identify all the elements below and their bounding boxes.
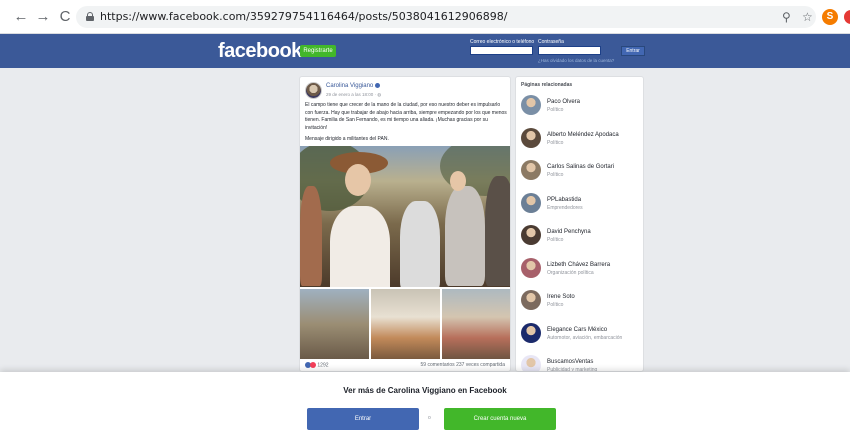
reaction-count[interactable]: 1292 — [305, 362, 329, 368]
post-photo-main[interactable] — [300, 146, 510, 287]
love-icon — [310, 362, 316, 368]
address-bar[interactable]: https://www.facebook.com/359279754116464… — [76, 6, 816, 28]
author-avatar[interactable] — [305, 82, 322, 99]
post-photo-thumb[interactable] — [442, 289, 510, 359]
extension-icon[interactable] — [844, 10, 850, 24]
facebook-header: facebook Registrarte Correo electrónico … — [0, 34, 850, 68]
url-text: https://www.facebook.com/359279754116464… — [100, 10, 508, 23]
post-photo-thumb[interactable] — [300, 289, 369, 359]
related-page-category: Político — [547, 172, 564, 178]
related-page-name[interactable]: PPLabastida — [547, 197, 581, 203]
related-page-avatar[interactable] — [521, 160, 541, 180]
post-timestamp[interactable]: 29 de enero a las 18:00 · ◍ — [326, 92, 381, 98]
browser-toolbar: ← → C https://www.facebook.com/359279754… — [0, 0, 850, 34]
header-login-button[interactable]: Entrar — [621, 46, 645, 56]
login-button[interactable]: Entrar — [307, 408, 419, 430]
related-page-item[interactable]: Lizbeth Chávez Barrera Organización polít… — [521, 257, 643, 284]
related-page-item[interactable]: Paco Olvera Político — [521, 95, 643, 121]
reload-icon[interactable]: C — [56, 8, 74, 26]
related-page-name[interactable]: Alberto Meléndez Apodaca — [547, 132, 619, 138]
login-prompt-overlay: Ver más de Carolina Viggiano en Facebook… — [0, 372, 850, 436]
related-page-name[interactable]: Elegance Cars México — [547, 327, 607, 333]
related-page-name[interactable]: Lizbeth Chávez Barrera — [547, 262, 610, 268]
related-page-avatar[interactable] — [521, 192, 541, 213]
related-pages-title: Páginas relacionadas — [521, 82, 573, 88]
related-page-avatar[interactable] — [521, 290, 541, 310]
lock-icon — [86, 12, 94, 21]
profile-avatar[interactable]: S — [822, 9, 838, 25]
related-page-avatar[interactable] — [521, 95, 541, 115]
related-page-item[interactable]: Irene Soto Político — [521, 290, 643, 316]
related-page-name[interactable]: Irene Soto — [547, 294, 575, 300]
related-page-category: Político — [547, 107, 564, 113]
related-page-item[interactable]: Elegance Cars México Automotor, aviación,… — [521, 322, 643, 349]
related-page-category: Automotor, aviación, embarcación — [547, 334, 623, 341]
related-page-avatar[interactable] — [521, 355, 541, 371]
back-arrow-icon[interactable]: ← — [12, 8, 30, 26]
email-field[interactable] — [470, 46, 533, 55]
see-more-text: Ver más de Carolina Viggiano en Facebook — [343, 386, 507, 395]
post-stats[interactable]: 59 comentarios 237 veces compartida — [421, 362, 506, 368]
or-separator: o — [428, 415, 431, 421]
related-page-category: Político — [547, 237, 564, 243]
related-page-item[interactable]: BuscamosVentas Publicidad y marketing — [521, 355, 643, 371]
globe-icon: ◍ — [377, 92, 382, 97]
related-page-category: Organización política — [547, 269, 594, 276]
create-account-button[interactable]: Crear cuenta nueva — [444, 408, 556, 430]
password-field[interactable] — [538, 46, 601, 55]
related-page-category: Emprendedores — [547, 204, 583, 211]
post-card: Carolina Viggiano 29 de enero a las 18:0… — [299, 76, 511, 372]
verified-badge-icon — [375, 83, 381, 88]
related-page-name[interactable]: Paco Olvera — [547, 99, 580, 105]
related-page-item[interactable]: David Penchyna Político — [521, 225, 643, 251]
star-icon[interactable]: ☆ — [802, 10, 813, 24]
forgot-account-link[interactable]: ¿Has olvidado los datos de la cuenta? — [538, 58, 614, 63]
password-label: Contraseña — [538, 39, 564, 45]
related-page-category: Político — [547, 302, 564, 308]
post-text-footer: Mensaje dirigido a militantes del PAN. — [305, 136, 389, 142]
post-photo-thumb[interactable] — [371, 289, 440, 359]
forward-arrow-icon[interactable]: → — [34, 8, 52, 26]
related-page-avatar[interactable] — [521, 322, 541, 343]
related-page-category: Político — [547, 139, 564, 146]
related-page-name[interactable]: Carlos Salinas de Gortari — [547, 164, 614, 170]
related-page-avatar[interactable] — [521, 257, 541, 278]
zoom-icon[interactable]: ⚲ — [782, 10, 791, 24]
related-page-name[interactable]: BuscamosVentas — [547, 359, 593, 365]
post-author[interactable]: Carolina Viggiano — [326, 83, 381, 89]
related-page-item[interactable]: Alberto Meléndez Apodaca Político — [521, 127, 643, 154]
related-pages: Páginas relacionadas Paco Olvera Político… — [515, 76, 644, 372]
related-page-name[interactable]: David Penchyna — [547, 229, 591, 235]
post-text: El campo tiene que crecer de la mano de … — [305, 102, 507, 131]
related-page-item[interactable]: Carlos Salinas de Gortari Político — [521, 160, 643, 186]
email-label: Correo electrónico o teléfono — [470, 39, 535, 45]
related-page-avatar[interactable] — [521, 225, 541, 245]
related-page-item[interactable]: PPLabastida Emprendedores — [521, 192, 643, 219]
facebook-logo[interactable]: facebook — [218, 40, 302, 63]
related-page-avatar[interactable] — [521, 127, 541, 148]
register-button[interactable]: Registrarte — [300, 45, 336, 57]
